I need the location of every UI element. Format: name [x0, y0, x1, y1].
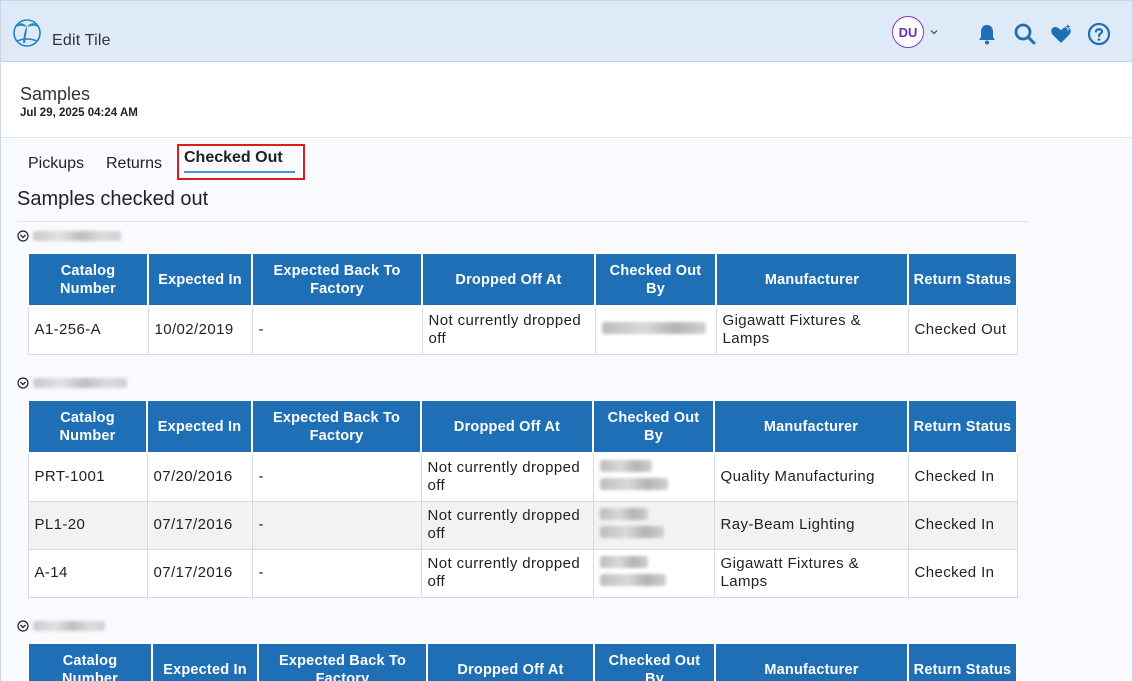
collapse-chevron-icon[interactable]	[17, 230, 29, 242]
redacted-group-name	[33, 621, 105, 631]
tab-pickups[interactable]: Pickups	[28, 151, 84, 177]
group-header[interactable]	[17, 620, 105, 632]
expected-in: 07/17/2016	[146, 500, 253, 550]
page-header: Samples Jul 29, 2025 04:24 AM	[1, 62, 1132, 138]
dropped-off-at: Not currently dropped off	[420, 452, 594, 502]
return-status: Checked In	[907, 452, 1018, 502]
column-header: Expected Back To Factory	[251, 399, 422, 454]
dropped-off-at: Not currently dropped off	[420, 500, 594, 550]
redacted-name	[599, 478, 668, 491]
active-tab-underline	[184, 171, 295, 173]
manufacturer: Quality Manufacturing	[713, 452, 909, 502]
search-icon[interactable]	[1013, 22, 1037, 46]
column-header: Catalog Number	[27, 252, 149, 307]
collapse-chevron-icon[interactable]	[17, 620, 29, 632]
manufacturer: Gigawatt Fixtures & Lamps	[713, 548, 909, 598]
page-date: Jul 29, 2025 04:24 AM	[20, 107, 138, 119]
column-header: Return Status	[907, 399, 1018, 454]
user-avatar[interactable]: DU	[892, 16, 924, 48]
bell-icon[interactable]	[975, 22, 999, 46]
tab-checked-out-label: Checked Out	[184, 149, 283, 166]
table-header-row: Catalog Number Expected In Expected Back…	[27, 399, 1018, 454]
table-row[interactable]: A1-256-A 10/02/2019 - Not currently drop…	[27, 305, 1018, 355]
top-bar: Edit Tile DU	[1, 1, 1132, 62]
redacted-name	[599, 556, 648, 568]
section-divider	[17, 221, 1028, 222]
redacted-group-name	[33, 378, 127, 388]
checked-out-by	[592, 452, 715, 502]
column-header: Checked Out By	[592, 399, 715, 454]
group-header[interactable]	[17, 230, 121, 242]
dropped-off-at: Not currently dropped off	[421, 305, 596, 355]
catalog-number: PL1-20	[27, 500, 148, 550]
return-status: Checked Out	[907, 305, 1018, 355]
table-header-row: Catalog Number Expected In Expected Back…	[27, 252, 1018, 307]
expected-back: -	[251, 500, 422, 550]
expected-in: 07/17/2016	[146, 548, 253, 598]
samples-table: Catalog Number Expected In Expected Back…	[27, 399, 1018, 598]
app-window: Edit Tile DU Samples Jul 29, 2025 04:24 …	[0, 0, 1133, 681]
column-header: Return Status	[907, 642, 1018, 681]
column-header: Catalog Number	[27, 642, 153, 681]
column-header: Expected In	[146, 399, 253, 454]
checked-out-by	[592, 500, 715, 550]
table-row[interactable]: A-14 07/17/2016 - Not currently dropped …	[27, 548, 1018, 598]
expected-in: 10/02/2019	[147, 305, 253, 355]
column-header: Return Status	[907, 252, 1018, 307]
checked-out-by	[594, 305, 717, 355]
redacted-name	[599, 460, 652, 473]
section-title: Samples checked out	[17, 188, 209, 210]
collapse-chevron-icon[interactable]	[17, 377, 29, 389]
dropped-off-at: Not currently dropped off	[420, 548, 594, 598]
return-status: Checked In	[907, 548, 1018, 598]
column-header: Dropped Off At	[420, 399, 594, 454]
table-row[interactable]: PL1-20 07/17/2016 - Not currently droppe…	[27, 500, 1018, 550]
expected-back: -	[251, 305, 423, 355]
expected-back: -	[251, 452, 422, 502]
table-row[interactable]: PRT-1001 07/20/2016 - Not currently drop…	[27, 452, 1018, 502]
column-header: Expected In	[151, 642, 259, 681]
expected-back: -	[251, 548, 422, 598]
redacted-group-name	[33, 231, 121, 241]
column-header: Dropped Off At	[421, 252, 596, 307]
redacted-name	[599, 508, 648, 520]
return-status: Checked In	[907, 500, 1018, 550]
chevron-down-icon[interactable]	[929, 27, 939, 37]
column-header: Dropped Off At	[426, 642, 595, 681]
column-header: Checked Out By	[594, 252, 717, 307]
redacted-name	[601, 322, 706, 335]
group-header[interactable]	[17, 377, 127, 389]
tab-checked-out[interactable]: Checked Out	[177, 144, 305, 180]
column-header: Expected Back To Factory	[257, 642, 428, 681]
table-header-row: Catalog Number Expected In Expected Back…	[27, 642, 1018, 681]
palm-logo-icon[interactable]	[12, 17, 42, 49]
samples-table: Catalog Number Expected In Expected Back…	[27, 252, 1018, 355]
samples-table: Catalog Number Expected In Expected Back…	[27, 642, 1018, 681]
help-icon[interactable]	[1087, 22, 1111, 46]
column-header: Manufacturer	[715, 252, 909, 307]
expected-in: 07/20/2016	[146, 452, 253, 502]
app-title: Edit Tile	[52, 32, 111, 49]
redacted-name	[599, 526, 664, 538]
column-header: Manufacturer	[713, 399, 909, 454]
manufacturer: Gigawatt Fixtures & Lamps	[715, 305, 909, 355]
column-header: Expected Back To Factory	[251, 252, 423, 307]
manufacturer: Ray-Beam Lighting	[713, 500, 909, 550]
column-header: Catalog Number	[27, 399, 148, 454]
heart-sparkle-icon[interactable]	[1049, 22, 1073, 46]
page-title: Samples	[20, 84, 91, 104]
catalog-number: A1-256-A	[27, 305, 149, 355]
catalog-number: PRT-1001	[27, 452, 148, 502]
redacted-name	[599, 574, 666, 586]
tab-returns[interactable]: Returns	[106, 151, 162, 177]
column-header: Manufacturer	[714, 642, 909, 681]
column-header: Checked Out By	[593, 642, 716, 681]
column-header: Expected In	[147, 252, 253, 307]
checked-out-by	[592, 548, 715, 598]
catalog-number: A-14	[27, 548, 148, 598]
